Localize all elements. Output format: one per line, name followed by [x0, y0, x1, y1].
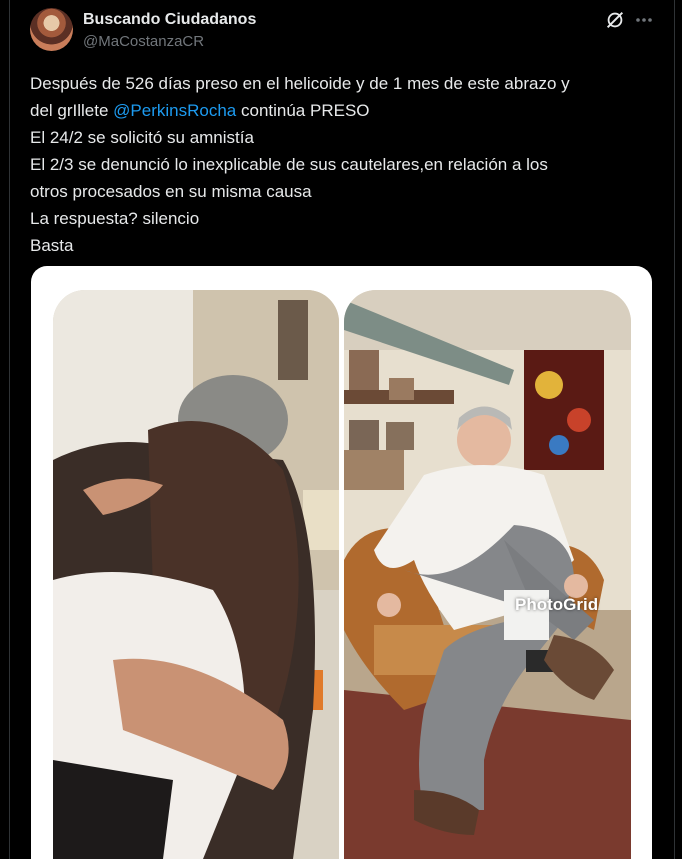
- tweet-line: Después de 526 días preso en el helicoid…: [30, 74, 570, 93]
- tweet-line: Basta: [30, 236, 74, 255]
- tweet-line: otros procesados en su misma causa: [30, 182, 312, 201]
- author-handle[interactable]: @MaCostanzaCR: [83, 33, 204, 50]
- tweet-line: del grIllete @PerkinsRocha continúa PRES…: [30, 97, 640, 124]
- grok-icon[interactable]: [604, 9, 626, 31]
- photo-embrace[interactable]: [53, 290, 339, 859]
- mention-link[interactable]: @PerkinsRocha: [113, 101, 236, 120]
- avatar[interactable]: [30, 8, 73, 51]
- tweet-text-part: del grIllete: [30, 101, 114, 120]
- author-display-name[interactable]: Buscando Ciudadanos: [83, 11, 256, 29]
- more-icon[interactable]: [634, 9, 654, 31]
- tweet-text-part: continúa PRESO: [236, 101, 370, 120]
- tweet-text: Después de 526 días preso en el helicoid…: [30, 70, 640, 259]
- tweet-line: El 24/2 se solicitó su amnistía: [30, 128, 254, 147]
- tweet-line: El 2/3 se denunció lo inexplicable de su…: [30, 155, 548, 174]
- photogrid-watermark: PhotoGrid: [515, 595, 599, 614]
- photo-seated-man[interactable]: [344, 290, 631, 859]
- tweet-line: La respuesta? silencio: [30, 209, 200, 228]
- tweet-media[interactable]: PhotoGrid: [31, 266, 652, 859]
